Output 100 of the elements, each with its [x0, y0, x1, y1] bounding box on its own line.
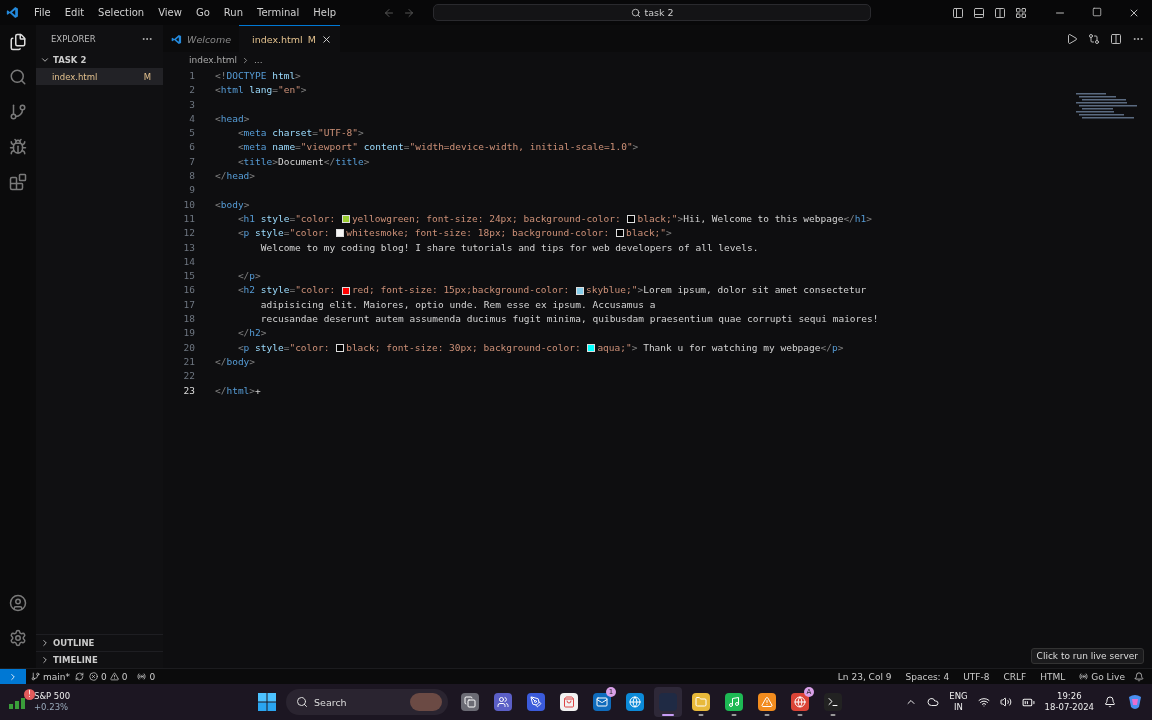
explorer-entry[interactable]: index.html M: [36, 68, 163, 85]
folder-row[interactable]: TASK 2: [36, 52, 163, 68]
warning-icon: [109, 672, 119, 681]
menu-item[interactable]: Edit: [57, 7, 92, 18]
account-icon[interactable]: [9, 594, 27, 612]
code-text: black; font-size: 30px; background-color:: [346, 340, 582, 355]
copilot-icon[interactable]: [1126, 693, 1144, 711]
breadcrumb[interactable]: index.html: [189, 55, 237, 65]
sidebar-title: EXPLORER: [51, 33, 96, 44]
sidebar-toggle-icon[interactable]: [952, 6, 964, 19]
code-text: <html lang="en">: [215, 83, 307, 98]
breadcrumb[interactable]: ...: [254, 55, 263, 65]
line-number: 3: [188, 97, 196, 112]
maximize-icon[interactable]: [1092, 6, 1102, 17]
code-text: </body>: [215, 354, 256, 369]
status-item[interactable]: CRLF: [998, 671, 1032, 682]
cloud-icon[interactable]: [927, 696, 940, 708]
line-number: 21: [182, 354, 196, 369]
remote-button[interactable]: [0, 668, 26, 685]
ports-status[interactable]: 0: [132, 671, 161, 682]
line-number: 11: [182, 211, 196, 226]
source-control-icon[interactable]: [9, 103, 27, 121]
menu-item[interactable]: Selection: [91, 7, 152, 18]
search-field[interactable]: Search: [286, 689, 448, 715]
problems-status[interactable]: 0 0: [84, 671, 133, 682]
color-swatch-icon[interactable]: [336, 343, 345, 352]
bell-icon[interactable]: [1134, 671, 1144, 682]
menu-item[interactable]: Go: [188, 7, 217, 18]
code-text: <meta name="viewport" content="width=device-width, initial-scale=1.0">: [236, 140, 639, 155]
line-number: 19: [182, 326, 196, 341]
color-swatch-icon[interactable]: [575, 286, 584, 295]
menu-item[interactable]: View: [151, 7, 189, 18]
tooltip: Click to run live server: [1030, 648, 1144, 664]
code-text: <h2 style="color:: [236, 283, 337, 298]
antenna-icon: [1079, 672, 1089, 681]
code-text: recusandae deserunt autem assumenda ducimus fugit minima, quibusdam praesentium quae corrupti sequi maiores!: [259, 312, 879, 327]
layout-icon[interactable]: [1015, 6, 1027, 19]
code-text: <head>: [215, 111, 250, 126]
code-text: <!DOCTYPE html>: [215, 69, 301, 83]
split-editor-icon[interactable]: [1110, 32, 1122, 45]
color-swatch-icon[interactable]: [616, 229, 624, 238]
line-number: 14: [182, 254, 196, 269]
command-center[interactable]: task 2: [433, 4, 872, 21]
branch-icon: [31, 672, 40, 681]
search-icon: [296, 696, 308, 708]
logo-icon: [171, 33, 182, 45]
color-swatch-icon[interactable]: [336, 229, 345, 238]
code-text: <meta charset="UTF-8">: [236, 126, 364, 141]
code-text: </head>: [215, 169, 256, 184]
code-text: black;">Hii, Welcome to this webpage</h1>: [637, 211, 872, 226]
search-icon[interactable]: [9, 68, 27, 86]
menu-item[interactable]: File: [27, 7, 58, 18]
start-icon[interactable]: [258, 693, 276, 711]
code-text: <title>Document</title>: [236, 154, 370, 169]
menu-item[interactable]: Run: [216, 7, 250, 18]
status-item[interactable]: UTF-8: [958, 671, 995, 682]
status-item[interactable]: HTML: [1035, 671, 1071, 682]
code-text: <p style="color:: [236, 226, 331, 241]
line-number: 10: [182, 197, 196, 212]
status-item[interactable]: Ln 23, Col 9: [832, 671, 897, 682]
notification-icon[interactable]: [1104, 696, 1116, 708]
branch-status[interactable]: main*: [26, 671, 75, 682]
color-swatch-icon[interactable]: [587, 343, 596, 352]
bug-icon[interactable]: [9, 138, 27, 156]
wifi-icon[interactable]: [977, 696, 990, 708]
color-swatch-icon[interactable]: [627, 215, 636, 224]
volume-icon[interactable]: [999, 696, 1012, 708]
go-live-button[interactable]: Go Live: [1074, 671, 1130, 682]
editor-tab[interactable]: index.html M: [239, 25, 340, 52]
line-number: 4: [188, 111, 196, 126]
line-number: 5: [188, 126, 196, 141]
close-icon[interactable]: [320, 33, 332, 45]
code-text: <body>: [215, 197, 250, 212]
color-swatch-icon[interactable]: [341, 215, 350, 224]
photo-placeholder: [410, 693, 442, 711]
language-indicator[interactable]: ENG IN: [949, 691, 968, 713]
status-item[interactable]: Spaces: 4: [900, 671, 955, 682]
line-number: 23: [182, 383, 196, 398]
stock-widget[interactable]: ! S&P 500 +0.23%: [8, 691, 258, 713]
menu-item[interactable]: Terminal: [250, 7, 307, 18]
panel-toggle-icon[interactable]: [973, 6, 985, 19]
line-number: 9: [188, 183, 196, 198]
code-text: yellowgreen; font-size: 24px; background-color:: [351, 211, 622, 226]
split-layout-icon[interactable]: [994, 6, 1006, 19]
files-icon[interactable]: [9, 33, 27, 51]
menu-item[interactable]: Help: [306, 7, 344, 18]
run-icon[interactable]: [1066, 32, 1078, 45]
code-text: <h1 style="color:: [236, 211, 337, 226]
settings-icon[interactable]: [9, 629, 27, 647]
code-text: </h2>: [236, 326, 267, 341]
compare-icon[interactable]: [1088, 32, 1100, 45]
line-number: 22: [182, 369, 196, 384]
extensions-icon[interactable]: [9, 173, 27, 191]
code-text: adipisicing elit. Maiores, optio unde. Rem esse ex ipsum. Accusamus a: [259, 297, 656, 312]
sync-icon[interactable]: [75, 672, 84, 681]
clock[interactable]: 19:26 18-07-2024: [1044, 691, 1094, 713]
error-icon: [89, 672, 98, 681]
color-swatch-icon[interactable]: [341, 286, 350, 295]
antenna-icon: [137, 672, 147, 681]
code-text: </html>+: [215, 383, 261, 398]
